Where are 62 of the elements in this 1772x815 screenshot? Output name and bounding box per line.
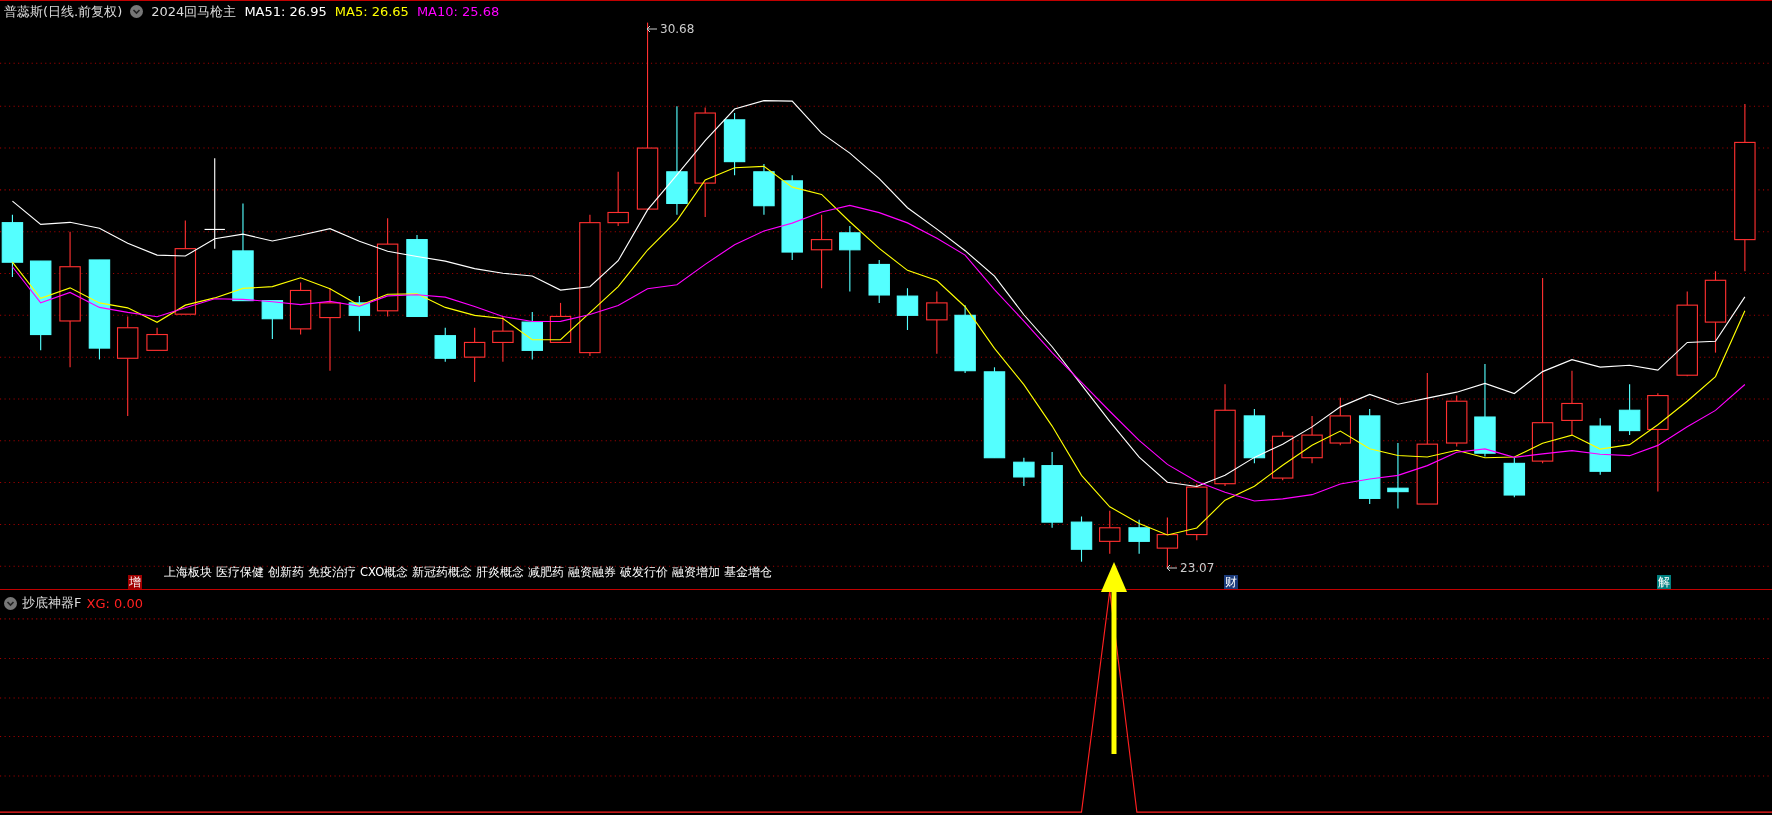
concept-tag: 上海板块 bbox=[164, 565, 212, 580]
concept-tag: 减肥药 bbox=[528, 565, 565, 580]
candlestick bbox=[1618, 383, 1641, 436]
arrow-icon bbox=[1166, 564, 1178, 572]
dropdown-icon[interactable] bbox=[4, 596, 17, 610]
candlestick bbox=[1070, 515, 1093, 563]
candlestick bbox=[1013, 457, 1035, 487]
candlestick bbox=[1243, 408, 1266, 464]
candlestick bbox=[521, 311, 543, 360]
candlestick bbox=[954, 304, 976, 374]
dropdown-icon[interactable] bbox=[130, 5, 144, 18]
candlestick bbox=[348, 295, 371, 332]
candlestick bbox=[926, 291, 948, 355]
indicator-value: MA51: 26.95 bbox=[244, 4, 327, 19]
candlestick bbox=[1, 214, 24, 278]
candlestick bbox=[607, 171, 629, 227]
indicator-name: 2024回马枪主 bbox=[151, 2, 237, 21]
event-marker[interactable]: 解 bbox=[1657, 575, 1671, 589]
candlestick bbox=[839, 225, 861, 293]
candlestick bbox=[1445, 395, 1468, 447]
candlestick bbox=[723, 112, 746, 176]
candlestick bbox=[549, 302, 572, 343]
candlestick bbox=[146, 327, 168, 351]
concept-tag: 基金增仓 bbox=[724, 565, 773, 580]
concept-tag: 融资增加 bbox=[672, 565, 721, 580]
indicator-value: MA5: 26.65 bbox=[334, 4, 409, 19]
candlestick bbox=[1271, 431, 1294, 481]
candlestick bbox=[261, 300, 284, 340]
candlestick bbox=[896, 287, 919, 331]
event-marker[interactable]: 财 bbox=[1224, 575, 1238, 589]
concept-tag: 融资融券 bbox=[568, 565, 617, 580]
candlestick bbox=[1301, 415, 1323, 464]
candlestick bbox=[434, 327, 456, 363]
indicator-value: XG: 0.00 bbox=[86, 595, 143, 611]
concept-tag: 医疗保健 bbox=[216, 565, 264, 580]
candlestick bbox=[1503, 457, 1526, 498]
stock-title: 普蕊斯(日线.前复权) bbox=[4, 2, 123, 21]
indicator-value: MA10: 25.68 bbox=[416, 4, 500, 19]
candlestick bbox=[289, 282, 312, 336]
event-marker[interactable]: 增 bbox=[128, 575, 142, 589]
concept-tag: 免疫治疗 bbox=[308, 565, 356, 580]
candlestick bbox=[1099, 510, 1121, 555]
candlestick bbox=[1329, 397, 1352, 446]
concept-tag: 创新药 bbox=[268, 565, 304, 580]
candlestick bbox=[1156, 517, 1179, 570]
candlestick bbox=[492, 315, 514, 363]
candlestick bbox=[868, 259, 890, 304]
price-text: 30.68 bbox=[660, 22, 695, 36]
concept-tag: 新冠药概念 bbox=[412, 565, 473, 580]
arrow-icon bbox=[646, 25, 658, 33]
candlestick bbox=[1128, 519, 1150, 555]
concept-tag: CXO概念 bbox=[360, 565, 409, 580]
concept-tag: 破发行价 bbox=[620, 565, 669, 580]
candlestick bbox=[1387, 442, 1409, 510]
candlestick bbox=[753, 163, 775, 216]
price-text: 23.07 bbox=[1180, 561, 1215, 575]
indicator-name: 抄底神器F bbox=[22, 594, 82, 612]
candlestick bbox=[463, 327, 486, 383]
candlestick bbox=[1561, 370, 1583, 436]
concept-tag: 肝炎概念 bbox=[476, 565, 525, 580]
candlestick bbox=[1589, 417, 1611, 476]
candlestick bbox=[1186, 483, 1208, 541]
